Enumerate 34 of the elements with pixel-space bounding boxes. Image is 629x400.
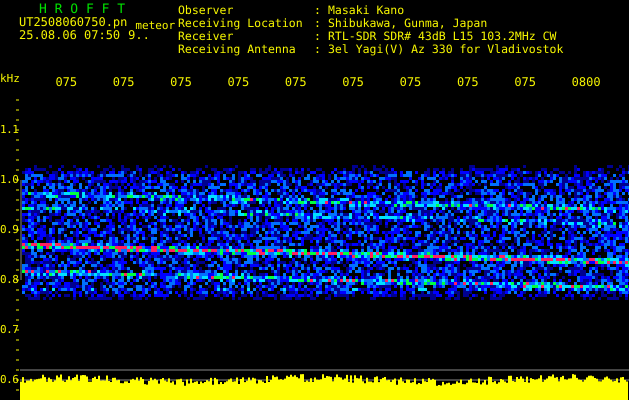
meteor-tag: meteor xyxy=(135,19,176,32)
time-axis-label: 0800 xyxy=(572,75,602,89)
info-label: Observer xyxy=(178,4,234,17)
time-axis-label: 075 xyxy=(228,75,250,89)
info-colon: : xyxy=(314,30,322,43)
frequency-axis-label: 0.8 xyxy=(0,272,20,288)
info-colon: : xyxy=(314,17,322,30)
timestamp: 25.08.06 07:50 xyxy=(19,29,120,42)
info-value: Masaki Kano xyxy=(328,4,406,17)
time-axis-label: 075 xyxy=(342,75,365,89)
frequency-axis-label: 0.9 xyxy=(0,222,20,238)
time-axis-label: 075 xyxy=(284,75,308,89)
frequency-axis-label: 1.0 xyxy=(0,172,20,188)
info-colon: : xyxy=(314,43,322,56)
time-axis-label: 075 xyxy=(170,75,193,89)
time-axis-label: 075 xyxy=(112,75,136,89)
time-axis-label: 075 xyxy=(55,75,78,89)
info-colon: : xyxy=(314,4,322,17)
unit-label: kHz xyxy=(0,71,21,85)
frequency-axis-label: 1.1 xyxy=(0,122,20,138)
info-value: Shibukawa, Gunma, Japan xyxy=(328,17,488,30)
filename: UT2508060750.pn xyxy=(19,16,128,29)
info-label: Receiver xyxy=(178,30,234,43)
frequency-axis-label: 0.6 xyxy=(0,372,20,388)
app-title: H R O F F T xyxy=(38,3,126,16)
info-label: Receiving Location xyxy=(178,17,304,30)
note-text: 9.. xyxy=(128,29,150,42)
info-value: 3el Yagi(V) Az 330 for Vladivostok xyxy=(328,43,564,56)
info-value: RTL-SDR SDR# 43dB L15 103.2MHz CW xyxy=(328,30,558,43)
time-axis-label: 075 xyxy=(514,75,537,89)
time-axis-label: 075 xyxy=(400,75,422,89)
frequency-axis-label: 0.7 xyxy=(0,322,20,338)
info-label: Receiving Antenna xyxy=(178,43,297,56)
time-axis-label: 075 xyxy=(456,75,480,89)
